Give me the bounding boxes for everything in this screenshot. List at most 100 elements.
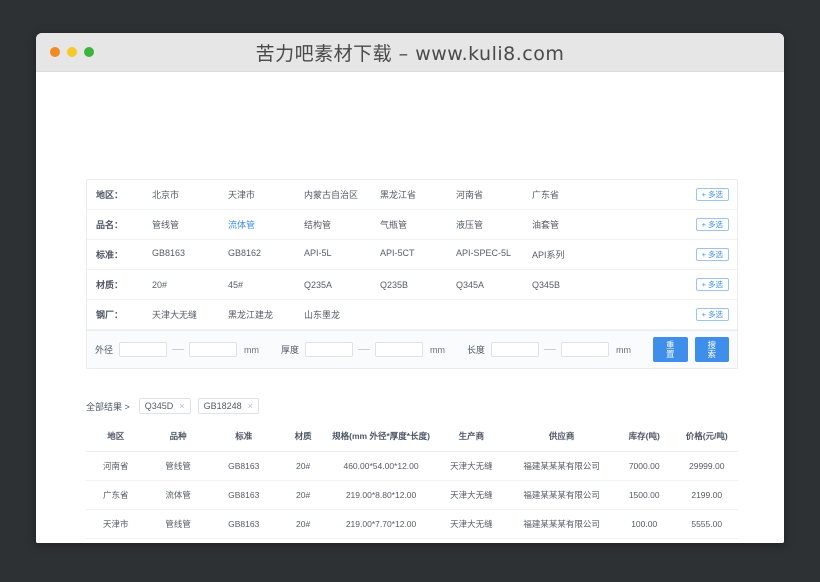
filter-option-area-5[interactable]: 广东省: [532, 188, 608, 201]
filter-option-product-5[interactable]: 油套管: [532, 218, 608, 231]
dimension-group-outer-diameter: 外径 mm: [95, 342, 259, 357]
outer-diameter-min-input[interactable]: [119, 342, 167, 357]
table-row[interactable]: 黑龙江省 管线管 GB8163 20# 399.00*15.00*10.00 黑…: [86, 538, 738, 543]
dimension-group-length: 长度 mm: [467, 342, 631, 357]
cell-kind: 流体管: [145, 480, 211, 509]
cell-maker: 黑龙江建龙: [432, 538, 510, 543]
filter-option-mill-1[interactable]: 黑龙江建龙: [228, 308, 304, 321]
filter-option-standard-0[interactable]: GB8163: [152, 248, 228, 261]
filter-option-mill-2[interactable]: 山东墨龙: [304, 308, 380, 321]
filter-option-material-3[interactable]: Q235B: [380, 280, 456, 290]
thickness-max-input[interactable]: [375, 342, 423, 357]
filter-option-standard-5[interactable]: API系列: [532, 248, 608, 261]
filter-option-area-0[interactable]: 北京市: [152, 188, 228, 201]
cell-area: 广东省: [86, 480, 145, 509]
cell-supplier: 福建某某某有限公司: [510, 538, 613, 543]
length-min-input[interactable]: [491, 342, 539, 357]
column-header-material[interactable]: 材质: [277, 425, 330, 451]
multi-select-button-standard[interactable]: +多选: [696, 248, 729, 262]
filter-label-standard: 标准：: [87, 248, 152, 261]
filter-tag-1[interactable]: GB18248 ×: [198, 398, 259, 415]
filter-option-material-2[interactable]: Q235A: [304, 280, 380, 290]
multi-select-button-area[interactable]: +多选: [696, 188, 729, 202]
cell-standard: GB8163: [211, 451, 277, 480]
cell-kind: 管线管: [145, 538, 211, 543]
multi-select-button-product[interactable]: +多选: [696, 218, 729, 232]
page-body: 地区： 北京市 天津市 内蒙古自治区 黑龙江省 河南省 广东省 +多选: [36, 72, 784, 543]
filter-option-standard-3[interactable]: API-5CT: [380, 248, 456, 261]
length-max-input[interactable]: [561, 342, 609, 357]
browser-window: 苦力吧素材下载 – www.kuli8.com 地区： 北京市 天津市 内蒙古自…: [36, 33, 784, 543]
outer-diameter-max-input[interactable]: [189, 342, 237, 357]
filter-options-mill: 天津大无缝 黑龙江建龙 山东墨龙: [152, 308, 696, 321]
cell-standard: GB8163: [211, 480, 277, 509]
filter-option-material-5[interactable]: Q345B: [532, 280, 608, 290]
filter-option-product-4[interactable]: 液压管: [456, 218, 532, 231]
search-button[interactable]: 搜索: [695, 337, 729, 362]
plus-icon: +: [702, 190, 706, 199]
cell-spec: 399.00*15.00*10.00: [330, 538, 433, 543]
close-dot[interactable]: [50, 47, 60, 57]
column-header-stock[interactable]: 库存(吨): [613, 425, 675, 451]
cell-supplier: 福建某某某有限公司: [510, 509, 613, 538]
cell-kind: 管线管: [145, 451, 211, 480]
filter-option-area-3[interactable]: 黑龙江省: [380, 188, 456, 201]
cell-spec: 219.00*8.80*12.00: [330, 480, 433, 509]
results-table: 地区 品种 标准 材质 规格(mm 外径*厚度*长度) 生产商 供应商 库存(吨…: [86, 425, 738, 543]
filter-option-material-0[interactable]: 20#: [152, 280, 228, 290]
column-header-price[interactable]: 价格(元/吨): [675, 425, 738, 451]
traffic-light-group: [50, 47, 94, 57]
multi-select-button-mill[interactable]: +多选: [696, 308, 729, 322]
results-table-head: 地区 品种 标准 材质 规格(mm 外径*厚度*长度) 生产商 供应商 库存(吨…: [86, 425, 738, 451]
window-title: 苦力吧素材下载 – www.kuli8.com: [36, 39, 784, 66]
multi-select-label: 多选: [708, 220, 723, 229]
filter-options-material: 20# 45# Q235A Q235B Q345A Q345B: [152, 280, 696, 290]
close-icon[interactable]: ×: [179, 401, 184, 412]
cell-material: 20#: [277, 509, 330, 538]
reset-button[interactable]: 重置: [653, 337, 687, 362]
dimension-unit-length: mm: [616, 345, 631, 355]
filter-option-standard-1[interactable]: GB8162: [228, 248, 304, 261]
filter-option-standard-4[interactable]: API-SPEC-5L: [456, 248, 532, 261]
column-header-maker[interactable]: 生产商: [432, 425, 510, 451]
plus-icon: +: [702, 310, 706, 319]
cell-area: 黑龙江省: [86, 538, 145, 543]
cell-area: 天津市: [86, 509, 145, 538]
table-row[interactable]: 河南省 管线管 GB8163 20# 460.00*54.00*12.00 天津…: [86, 451, 738, 480]
table-row[interactable]: 广东省 流体管 GB8163 20# 219.00*8.80*12.00 天津大…: [86, 480, 738, 509]
filter-tag-0[interactable]: Q345D ×: [139, 398, 191, 415]
filter-option-area-4[interactable]: 河南省: [456, 188, 532, 201]
filter-option-mill-0[interactable]: 天津大无缝: [152, 308, 228, 321]
table-row[interactable]: 天津市 管线管 GB8163 20# 219.00*7.70*12.00 天津大…: [86, 509, 738, 538]
column-header-area[interactable]: 地区: [86, 425, 145, 451]
filter-option-standard-2[interactable]: API-5L: [304, 248, 380, 261]
thickness-min-input[interactable]: [305, 342, 353, 357]
column-header-supplier[interactable]: 供应商: [510, 425, 613, 451]
multi-select-button-material[interactable]: +多选: [696, 278, 729, 292]
filter-option-material-1[interactable]: 45#: [228, 280, 304, 290]
dimension-unit-outer-diameter: mm: [244, 345, 259, 355]
cell-price: 29999.00: [675, 451, 738, 480]
column-header-standard[interactable]: 标准: [211, 425, 277, 451]
cell-standard: GB8163: [211, 509, 277, 538]
minimize-dot[interactable]: [67, 47, 77, 57]
column-header-spec[interactable]: 规格(mm 外径*厚度*长度): [330, 425, 433, 451]
filter-option-area-2[interactable]: 内蒙古自治区: [304, 188, 380, 201]
content-area: 地区： 北京市 天津市 内蒙古自治区 黑龙江省 河南省 广东省 +多选: [86, 179, 738, 543]
column-header-kind[interactable]: 品种: [145, 425, 211, 451]
filter-option-product-2[interactable]: 结构管: [304, 218, 380, 231]
filter-option-area-1[interactable]: 天津市: [228, 188, 304, 201]
filter-option-material-4[interactable]: Q345A: [456, 280, 532, 290]
dimension-search-row: 外径 mm 厚度 mm 长度: [87, 330, 737, 368]
all-results-breadcrumb[interactable]: 全部结果 >: [86, 400, 130, 413]
range-dash-icon: [544, 349, 556, 350]
filter-option-product-0[interactable]: 管线管: [152, 218, 228, 231]
maximize-dot[interactable]: [84, 47, 94, 57]
cell-material: 20#: [277, 451, 330, 480]
close-icon[interactable]: ×: [248, 401, 253, 412]
filter-row-material: 材质： 20# 45# Q235A Q235B Q345A Q345B +多选: [87, 270, 737, 300]
cell-maker: 天津大无缝: [432, 451, 510, 480]
filter-option-product-1[interactable]: 流体管: [228, 218, 304, 231]
filter-option-product-3[interactable]: 气瓶管: [380, 218, 456, 231]
dimension-label-outer-diameter: 外径: [95, 343, 113, 356]
